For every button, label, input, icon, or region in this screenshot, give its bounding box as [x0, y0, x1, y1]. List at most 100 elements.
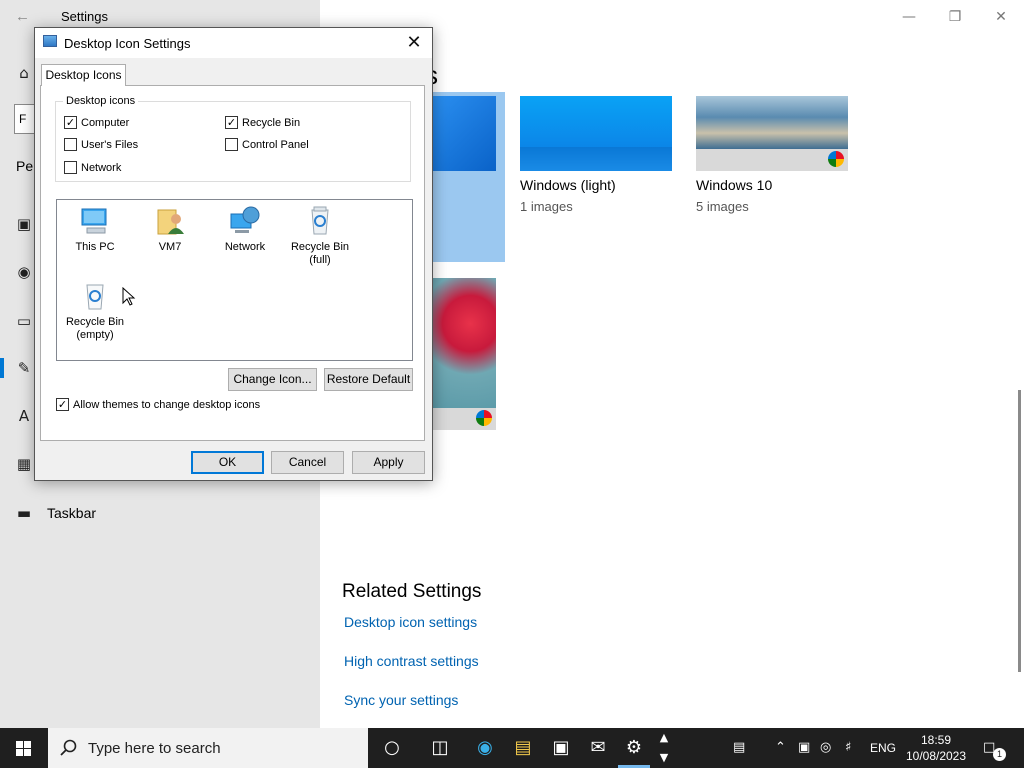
dialog-title: Desktop Icon Settings	[64, 36, 191, 51]
background-picture-icon[interactable]: ▣	[14, 214, 34, 234]
groupbox-label: Desktop icons	[63, 95, 139, 107]
restore-button[interactable]: ❐	[932, 6, 978, 28]
theme-color-strip	[696, 149, 848, 171]
sidebar-item-taskbar[interactable]: Taskbar	[47, 505, 96, 521]
theme-name-windows-10[interactable]: Windows 10	[696, 177, 772, 193]
edge-browser-icon[interactable]: ◉	[465, 728, 505, 768]
monitor-icon	[43, 35, 57, 47]
close-window-button[interactable]: ✕	[978, 6, 1024, 28]
system-clock[interactable]: 18:59 10/08/2023	[896, 732, 976, 764]
list-item-recycle-bin-full[interactable]: Recycle Bin (full)	[282, 206, 358, 267]
checkbox-network-label[interactable]: Network	[81, 162, 121, 174]
search-icon	[60, 739, 77, 756]
volume-muted-icon[interactable]: ♯	[845, 740, 851, 755]
list-item-this-pc[interactable]: This PC	[57, 206, 133, 254]
checkbox-allow-themes[interactable]: ✓ Allow themes to change desktop icons	[56, 398, 260, 411]
icon-label-vm7: VM7	[158, 241, 182, 253]
ok-button[interactable]: OK	[191, 451, 264, 474]
checkbox-recycle-bin-label[interactable]: Recycle Bin	[242, 117, 300, 129]
file-explorer-icon[interactable]: ▤	[503, 728, 543, 768]
network-globe-icon[interactable]: ◎	[820, 740, 831, 755]
list-item-vm7[interactable]: VM7	[132, 206, 208, 254]
theme-preview-current	[432, 96, 496, 171]
taskbar: Type here to search ○ ◫ ◉ ▤ ▣ ✉ ⚙ ▲ ▼ ▤ ⌃…	[0, 728, 1024, 768]
desktop-icon-list: This PC VM7 Network Recycle Bin (full) R…	[56, 199, 413, 361]
theme-name-windows-light[interactable]: Windows (light)	[520, 177, 616, 193]
tab-desktop-icons[interactable]: Desktop Icons	[41, 64, 126, 86]
recycle-bin-full-icon	[311, 206, 329, 235]
task-view-icon[interactable]: ◫	[420, 728, 460, 768]
dialog-close-button[interactable]: ✕	[402, 31, 426, 55]
theme-preview-flower[interactable]	[432, 278, 496, 408]
selected-indicator	[0, 358, 4, 378]
color-palette-icon-flower	[476, 410, 492, 426]
taskbar-overflow-chevron-icon[interactable]: ▲ ▼	[652, 728, 676, 768]
this-pc-icon	[81, 208, 107, 234]
cancel-button[interactable]: Cancel	[271, 451, 344, 474]
start-button[interactable]	[0, 728, 48, 768]
link-high-contrast-settings[interactable]: High contrast settings	[344, 653, 479, 669]
link-desktop-icon-settings[interactable]: Desktop icon settings	[344, 614, 477, 630]
icon-label-recycle-bin-empty: Recycle Bin (empty)	[65, 316, 125, 341]
checkbox-users-files-label[interactable]: User's Files	[81, 139, 138, 151]
checkbox-users-files[interactable]: User's Files	[64, 138, 138, 151]
checkbox-recycle-bin-box[interactable]: ✓	[225, 116, 238, 129]
cortana-icon[interactable]: ○	[372, 728, 412, 768]
checkbox-network[interactable]: Network	[64, 161, 121, 174]
news-widget-icon[interactable]: ▤	[733, 740, 745, 755]
color-palette-icon	[828, 151, 844, 167]
settings-window-title: Settings	[61, 9, 108, 24]
themes-pen-icon[interactable]: ✎	[14, 358, 34, 378]
restore-default-button[interactable]: Restore Default	[324, 368, 413, 391]
change-icon-button[interactable]: Change Icon...	[228, 368, 317, 391]
scrollbar-thumb[interactable]	[1018, 390, 1021, 672]
apply-button[interactable]: Apply	[352, 451, 425, 474]
icon-label-recycle-bin-full: Recycle Bin (full)	[290, 241, 350, 266]
checkbox-recycle-bin[interactable]: ✓ Recycle Bin	[225, 116, 300, 129]
search-placeholder: Type here to search	[88, 740, 221, 757]
mail-icon[interactable]: ✉	[578, 728, 618, 768]
minimize-button[interactable]: —	[886, 6, 932, 28]
clock-date: 10/08/2023	[905, 749, 967, 763]
tab-panel: Desktop icons ✓ Computer ✓ Recycle Bin U…	[40, 85, 425, 441]
icon-label-this-pc: This PC	[75, 241, 115, 253]
fonts-icon[interactable]: A	[14, 406, 34, 426]
show-hidden-icons-chevron-icon[interactable]: ⌃	[775, 740, 786, 755]
microsoft-store-icon[interactable]: ▣	[541, 728, 581, 768]
checkbox-computer[interactable]: ✓ Computer	[64, 116, 129, 129]
dialog-titlebar[interactable]: Desktop Icon Settings ✕	[35, 28, 432, 58]
input-language-indicator[interactable]: ENG	[870, 741, 896, 755]
checkbox-network-box[interactable]	[64, 161, 77, 174]
start-grid-icon[interactable]: ▦	[14, 454, 34, 474]
settings-gear-icon[interactable]: ⚙	[614, 728, 654, 768]
palette-icon[interactable]: ◉	[14, 262, 34, 282]
meet-now-icon[interactable]: ▣	[798, 740, 810, 755]
checkbox-control-panel-box[interactable]	[225, 138, 238, 151]
checkbox-allow-themes-box[interactable]: ✓	[56, 398, 69, 411]
windows-logo-icon	[16, 741, 31, 756]
checkbox-computer-label[interactable]: Computer	[81, 117, 129, 129]
home-icon[interactable]: ⌂	[14, 63, 34, 83]
checkbox-control-panel-label[interactable]: Control Panel	[242, 139, 309, 151]
clock-time: 18:59	[920, 733, 952, 747]
user-folder-icon	[157, 209, 184, 235]
theme-preview-windows-light[interactable]	[520, 96, 672, 171]
recycle-bin-empty-icon	[86, 284, 104, 310]
list-item-network[interactable]: Network	[207, 206, 283, 254]
theme-preview-windows-10[interactable]	[696, 96, 848, 149]
taskbar-search-box[interactable]: Type here to search	[48, 728, 368, 768]
lockscreen-icon[interactable]: ▭	[14, 311, 34, 331]
checkbox-control-panel[interactable]: Control Panel	[225, 138, 309, 151]
icon-label-network: Network	[224, 241, 266, 253]
network-icon	[230, 206, 260, 233]
back-arrow-icon[interactable]: ←	[15, 8, 30, 25]
checkbox-computer-box[interactable]: ✓	[64, 116, 77, 129]
theme-count-windows-light: 1 images	[520, 199, 573, 214]
theme-count-windows-10: 5 images	[696, 199, 749, 214]
checkbox-users-files-box[interactable]	[64, 138, 77, 151]
link-sync-settings[interactable]: Sync your settings	[344, 692, 458, 708]
taskbar-icon[interactable]: ▬	[14, 503, 34, 523]
mouse-cursor-icon	[122, 287, 136, 306]
related-settings-heading: Related Settings	[342, 581, 482, 602]
checkbox-allow-themes-label[interactable]: Allow themes to change desktop icons	[73, 399, 260, 411]
